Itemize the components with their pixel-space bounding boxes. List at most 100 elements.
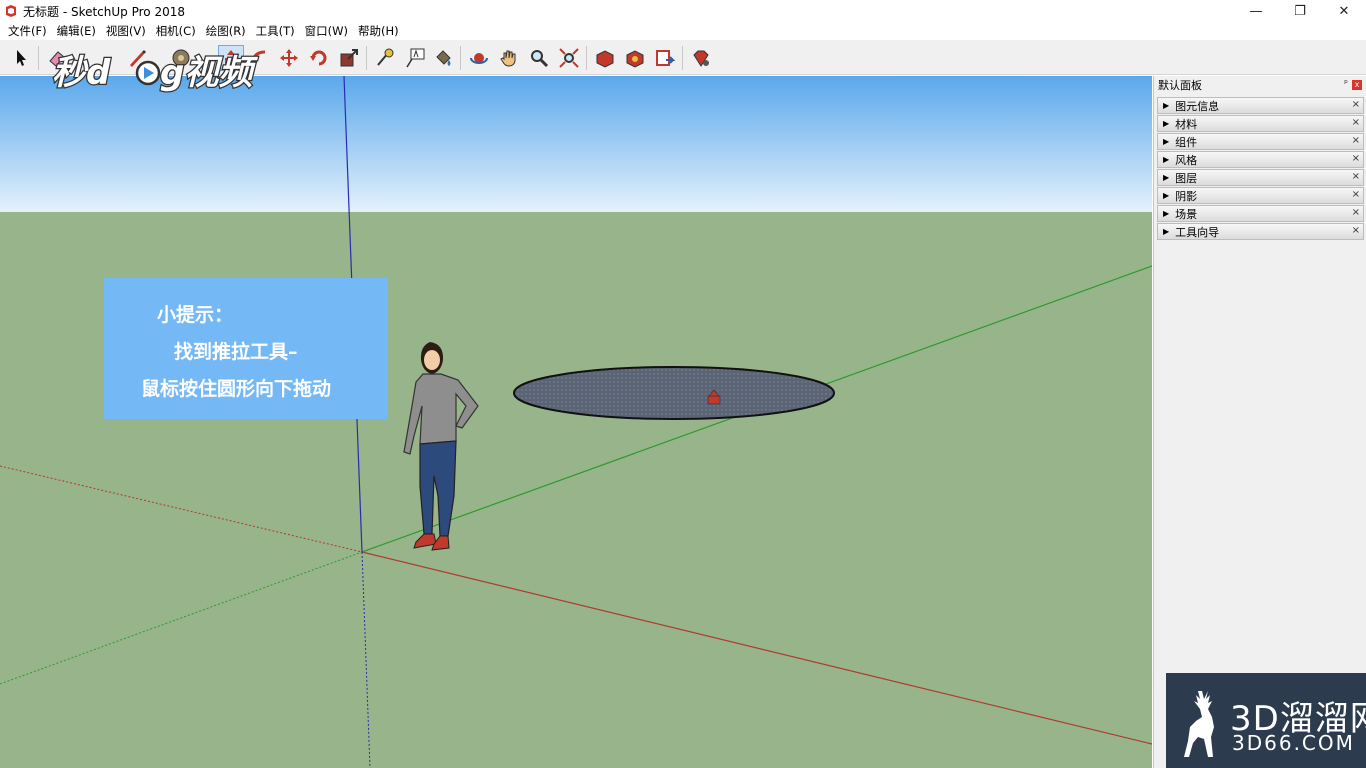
tray-close-icon[interactable]: × [1352, 189, 1360, 200]
window-title: 无标题 - SketchUp Pro 2018 [23, 4, 185, 19]
menu-view[interactable]: 视图(V) [101, 23, 151, 39]
expand-arrow-icon: ▶ [1163, 119, 1170, 128]
menu-help[interactable]: 帮助(H) [353, 23, 404, 39]
scale-tool-button[interactable] [336, 45, 362, 71]
default-tray-panel: 默认面板 ᵖ x ▶ 图元信息 × ▶ 材料 × ▶ 组件 × ▶ 风格 × ▶ 图层 × ▶ 阴影 ×… [1153, 76, 1366, 768]
tray-components[interactable]: ▶ 组件 × [1157, 133, 1364, 150]
video-logo: 秒d g视频 [51, 52, 260, 95]
toolbar-separator [682, 46, 683, 70]
drawing-viewport[interactable]: 小提示： 找到推拉工具– 鼠标按住圆形向下拖动 [0, 76, 1152, 768]
menu-tools[interactable]: 工具(T) [251, 23, 300, 39]
warehouse-tool-button[interactable] [592, 45, 618, 71]
expand-arrow-icon: ▶ [1163, 227, 1170, 236]
move-arrows-icon [280, 49, 298, 67]
toolbar-separator [586, 46, 587, 70]
zoom-extents-tool-button[interactable] [556, 45, 582, 71]
layout-send-tool-button[interactable] [652, 45, 678, 71]
restore-button[interactable]: ❐ [1278, 0, 1322, 22]
measure-icon [377, 48, 394, 66]
tray-close-icon[interactable]: × [1352, 225, 1360, 236]
text-tool-button[interactable] [402, 45, 428, 71]
tray-close-icon[interactable]: × [1352, 99, 1360, 110]
ruby-gem-icon [693, 50, 709, 67]
extension-warehouse-tool-button[interactable] [622, 45, 648, 71]
tray-shadows[interactable]: ▶ 阴影 × [1157, 187, 1364, 204]
tip-title: 小提示： [157, 304, 234, 326]
select-tool-button[interactable] [8, 45, 34, 71]
tray-label: 组件 [1175, 135, 1198, 149]
expand-arrow-icon: ▶ [1163, 191, 1170, 200]
tray-close-icon[interactable]: × [1352, 117, 1360, 128]
magnifier-icon [531, 50, 549, 68]
sky [0, 76, 1152, 212]
text-label-icon [406, 48, 425, 68]
pan-tool-button[interactable] [496, 45, 522, 71]
protractor-tool-button[interactable] [372, 45, 398, 71]
tray-close-icon[interactable]: × [1352, 135, 1360, 146]
tray-label: 图元信息 [1175, 99, 1220, 113]
window-controls: — ❐ ✕ [1234, 0, 1366, 22]
tray-materials[interactable]: ▶ 材料 × [1157, 115, 1364, 132]
deer-logo-icon [1184, 691, 1214, 757]
zoom-extents-icon [559, 48, 579, 68]
tip-step-1: 找到推拉工具– [174, 341, 298, 363]
tray-close-icon[interactable]: × [1352, 207, 1360, 218]
toolbar-separator [38, 46, 39, 70]
tray-label: 场景 [1175, 207, 1198, 221]
expand-arrow-icon: ▶ [1163, 155, 1170, 164]
svg-text:秒d: 秒d [52, 53, 111, 93]
title-bar: 无标题 - SketchUp Pro 2018 — ❐ ✕ [0, 0, 1366, 22]
menu-bar: 文件(F) 编辑(E) 视图(V) 相机(C) 绘图(R) 工具(T) 窗口(W… [0, 22, 1366, 40]
circle-face[interactable] [513, 366, 835, 420]
arrow-cursor-icon [17, 50, 26, 66]
tray-label: 阴影 [1175, 189, 1198, 203]
tray-close-icon[interactable]: × [1352, 171, 1360, 182]
expand-arrow-icon: ▶ [1163, 209, 1170, 218]
tray-label: 材料 [1175, 117, 1198, 131]
menu-file[interactable]: 文件(F) [3, 23, 52, 39]
sketchup-app-icon [6, 5, 16, 17]
expand-arrow-icon: ▶ [1163, 137, 1170, 146]
send-to-layout-icon [656, 50, 676, 66]
toolbar-separator [460, 46, 461, 70]
rotate-tool-button[interactable] [306, 45, 332, 71]
svg-text:g视频: g视频 [160, 53, 258, 93]
menu-camera[interactable]: 相机(C) [151, 23, 201, 39]
tray-scenes[interactable]: ▶ 场景 × [1157, 205, 1364, 222]
menu-draw[interactable]: 绘图(R) [201, 23, 251, 39]
expand-arrow-icon: ▶ [1163, 173, 1170, 182]
tray-styles[interactable]: ▶ 风格 × [1157, 151, 1364, 168]
tip-box: 小提示： 找到推拉工具– 鼠标按住圆形向下拖动 [104, 278, 388, 419]
tray-layers[interactable]: ▶ 图层 × [1157, 169, 1364, 186]
extension-warehouse-icon [626, 50, 644, 68]
tip-step-2: 鼠标按住圆形向下拖动 [141, 378, 332, 400]
tray-label: 工具向导 [1175, 225, 1220, 239]
sketchup-window: 无标题 - SketchUp Pro 2018 — ❐ ✕ 文件(F) 编辑(E… [0, 0, 1366, 768]
watermark-domain: 3D66.COM [1232, 731, 1355, 755]
expand-arrow-icon: ▶ [1163, 101, 1170, 110]
panel-title: 默认面板 [1158, 79, 1202, 92]
hand-icon [500, 50, 516, 67]
tray-instructor[interactable]: ▶ 工具向导 × [1157, 223, 1364, 240]
menu-edit[interactable]: 编辑(E) [52, 23, 101, 39]
tray-close-icon[interactable]: × [1352, 153, 1360, 164]
orbit-icon [470, 53, 488, 64]
site-watermark: 3D溜溜网 3D66.COM [1166, 673, 1366, 768]
tray-entity-info[interactable]: ▶ 图元信息 × [1157, 97, 1364, 114]
tray-label: 风格 [1175, 153, 1198, 167]
menu-window[interactable]: 窗口(W) [300, 23, 353, 39]
paint-bucket-icon [436, 50, 451, 66]
panel-close-button[interactable]: x [1352, 80, 1362, 90]
minimize-button[interactable]: — [1234, 0, 1278, 22]
rotate-icon [310, 50, 327, 66]
zoom-tool-button[interactable] [526, 45, 552, 71]
close-button[interactable]: ✕ [1322, 0, 1366, 22]
extension-manager-tool-button[interactable] [688, 45, 714, 71]
tray-label: 图层 [1175, 171, 1198, 185]
scale-icon [340, 49, 358, 67]
scene-canvas[interactable] [0, 76, 1152, 768]
orbit-tool-button[interactable] [466, 45, 492, 71]
pin-icon[interactable]: ᵖ [1344, 79, 1348, 89]
paint-bucket-tool-button[interactable] [430, 45, 456, 71]
move-tool-button[interactable] [276, 45, 302, 71]
